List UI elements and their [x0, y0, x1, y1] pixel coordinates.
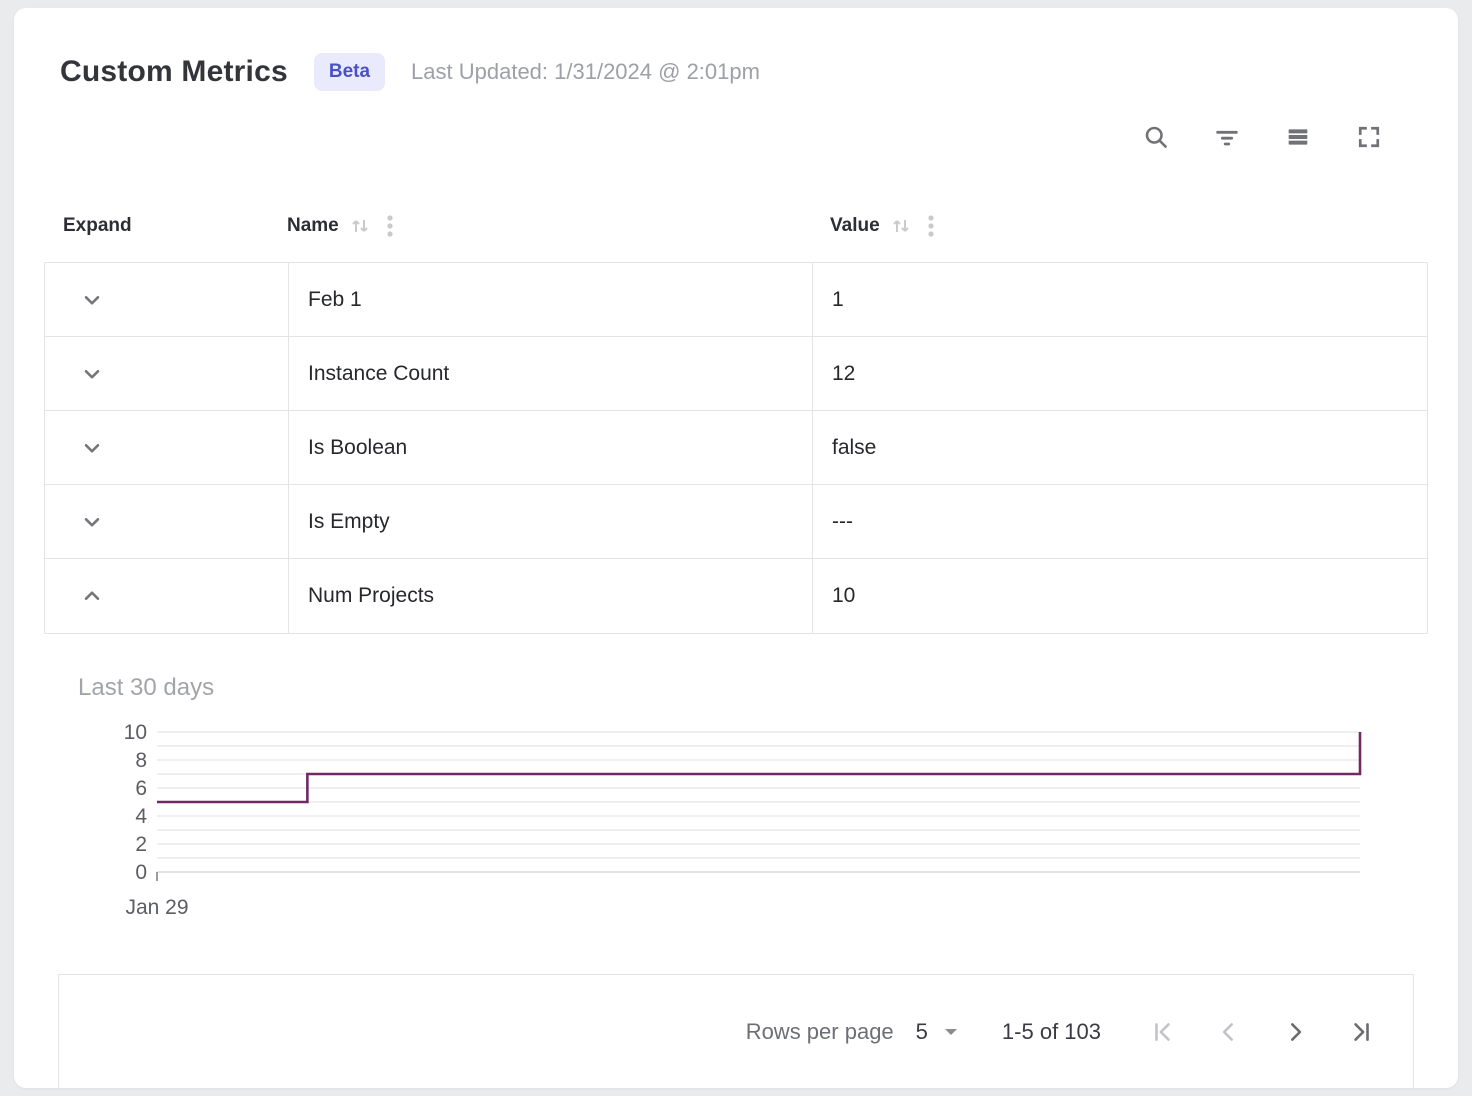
x-axis-tick-label: Jan 29	[125, 896, 188, 919]
table-row: Instance Count 12	[45, 337, 1427, 411]
table-body: Feb 1 1 Instance Count 12	[44, 262, 1428, 634]
y-axis-tick-label: 4	[135, 805, 147, 828]
table-row: Num Projects 10	[45, 559, 1427, 633]
rows-per-page-label: Rows per page	[746, 1019, 894, 1045]
caret-down-icon	[944, 1027, 958, 1037]
last-updated-text: Last Updated: 1/31/2024 @ 2:01pm	[411, 59, 760, 85]
expand-row-button[interactable]	[75, 357, 109, 391]
column-header-name[interactable]: Name	[287, 213, 811, 239]
expand-cell	[45, 559, 288, 633]
chevron-down-icon	[79, 361, 105, 387]
expand-row-button[interactable]	[75, 505, 109, 539]
next-page-icon[interactable]	[1273, 1010, 1317, 1054]
column-menu-icon[interactable]	[383, 213, 397, 239]
expand-row-button[interactable]	[75, 283, 109, 317]
row-value-cell: 12	[812, 337, 1427, 410]
prev-page-icon[interactable]	[1207, 1010, 1251, 1054]
y-axis-tick-label: 2	[135, 833, 147, 856]
table-header: Expand Name Value	[44, 190, 1428, 262]
chevron-down-icon	[79, 509, 105, 535]
row-name-cell: Num Projects	[288, 559, 812, 633]
last-page-icon[interactable]	[1339, 1010, 1383, 1054]
y-axis-tick-label: 0	[135, 861, 147, 884]
filter-icon[interactable]	[1212, 122, 1242, 152]
row-value-cell: false	[812, 411, 1427, 484]
column-menu-icon[interactable]	[924, 213, 938, 239]
expand-row-button[interactable]	[75, 579, 109, 613]
sort-icon[interactable]	[348, 214, 372, 238]
table-row: Is Empty ---	[45, 485, 1427, 559]
expand-cell	[45, 337, 288, 410]
y-axis-tick-label: 10	[124, 721, 147, 744]
row-value-cell: ---	[812, 485, 1427, 558]
expand-cell	[45, 485, 288, 558]
column-header-value[interactable]: Value	[811, 213, 1428, 239]
chevron-down-icon	[79, 435, 105, 461]
row-detail-panel: Last 30 days 0 2 4 6 8 10 Jan 29	[44, 634, 1428, 922]
page-title: Custom Metrics	[44, 55, 288, 89]
row-name-cell: Is Empty	[288, 485, 812, 558]
expand-row-button[interactable]	[75, 431, 109, 465]
custom-metrics-card: Custom Metrics Beta Last Updated: 1/31/2…	[14, 8, 1458, 1088]
density-icon[interactable]	[1283, 122, 1313, 152]
beta-badge: Beta	[314, 53, 385, 91]
column-header-expand: Expand	[44, 215, 287, 237]
pager	[1141, 1010, 1383, 1054]
row-value-cell: 10	[812, 559, 1427, 633]
y-axis-tick-label: 8	[135, 749, 147, 772]
toolbar	[44, 114, 1428, 160]
y-axis-tick-label: 6	[135, 777, 147, 800]
table-row: Is Boolean false	[45, 411, 1427, 485]
expand-cell	[45, 411, 288, 484]
sort-icon[interactable]	[889, 214, 913, 238]
fullscreen-icon[interactable]	[1354, 122, 1384, 152]
step-line-chart: 0 2 4 6 8 10 Jan 29	[44, 714, 1428, 922]
header: Custom Metrics Beta Last Updated: 1/31/2…	[44, 46, 1428, 98]
expand-cell	[45, 263, 288, 336]
search-icon[interactable]	[1141, 122, 1171, 152]
table-row: Feb 1 1	[45, 263, 1427, 337]
rows-per-page-select[interactable]: 5	[916, 1019, 958, 1045]
row-name-cell: Instance Count	[288, 337, 812, 410]
page-range-label: 1-5 of 103	[1002, 1019, 1101, 1045]
chevron-up-icon	[79, 583, 105, 609]
row-name-cell: Feb 1	[288, 263, 812, 336]
chart-title: Last 30 days	[44, 674, 1428, 702]
chevron-down-icon	[79, 287, 105, 313]
pagination-footer: Rows per page 5 1-5 of 103	[58, 974, 1414, 1088]
row-value-cell: 1	[812, 263, 1427, 336]
row-name-cell: Is Boolean	[288, 411, 812, 484]
first-page-icon[interactable]	[1141, 1010, 1185, 1054]
